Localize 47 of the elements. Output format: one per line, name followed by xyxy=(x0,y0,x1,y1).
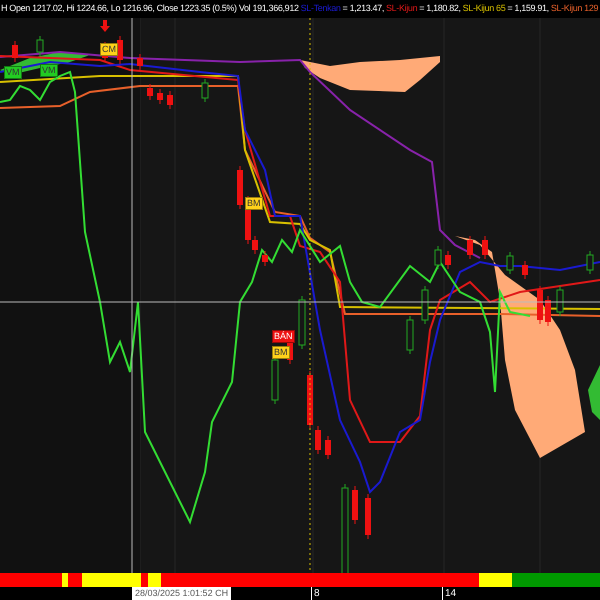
candlestick xyxy=(445,250,451,270)
indicator-value: = 1,159.91, xyxy=(507,2,549,16)
signal-label: VM xyxy=(4,66,22,79)
candlestick xyxy=(167,90,173,110)
candlestick xyxy=(352,486,358,524)
candlestick xyxy=(237,166,243,210)
indicator-value: = 1,213.47, xyxy=(342,2,384,16)
signal-label: BM xyxy=(272,346,290,359)
signal-label: CM xyxy=(100,43,118,56)
indicator-name: SL-Kijun 129 xyxy=(550,2,598,16)
signal-label: VM xyxy=(40,64,58,77)
candlestick xyxy=(137,54,143,70)
time-tooltip: 28/03/2025 1:01:52 CH xyxy=(132,587,232,600)
candlestick xyxy=(117,36,123,64)
quote-text: H Open 1217.02, Hi 1224.66, Lo 1216.96, Close 1223.35 (0.5%) Vol 191,366,912 xyxy=(1,2,299,16)
candlestick xyxy=(315,426,321,454)
indicator-name: SL-Kijun 65 xyxy=(462,2,506,16)
candlestick xyxy=(522,260,528,280)
candlestick xyxy=(545,296,551,326)
indicator-name: SL-Tenkan xyxy=(300,2,341,16)
candlestick xyxy=(12,40,18,62)
indicator-value: = 1,180.82, xyxy=(419,2,461,16)
axis-label: 8 xyxy=(311,587,320,600)
cloud-area xyxy=(588,365,600,420)
candlestick xyxy=(406,316,414,354)
candlestick xyxy=(365,494,371,540)
candlestick xyxy=(422,286,428,324)
candlestick xyxy=(298,296,306,350)
down-arrow-icon xyxy=(100,20,110,32)
signal-label: BM xyxy=(245,197,262,210)
candlestick xyxy=(147,84,153,100)
candlestick xyxy=(262,250,268,266)
candlestick xyxy=(307,370,313,430)
candlestick xyxy=(506,252,514,274)
candlestick xyxy=(467,236,473,260)
candlestick xyxy=(556,286,564,316)
signal-label: BÁN xyxy=(272,330,295,343)
candlestick xyxy=(586,250,594,274)
axis-label: 14 xyxy=(442,587,456,600)
candlestick xyxy=(36,36,44,56)
candlestick xyxy=(434,246,442,270)
candlestick xyxy=(537,286,543,324)
candlestick xyxy=(157,88,163,104)
indicator-name: SL-Kijun xyxy=(386,2,418,16)
candlestick xyxy=(325,436,331,460)
candlestick xyxy=(202,78,208,102)
candlestick xyxy=(482,236,488,260)
